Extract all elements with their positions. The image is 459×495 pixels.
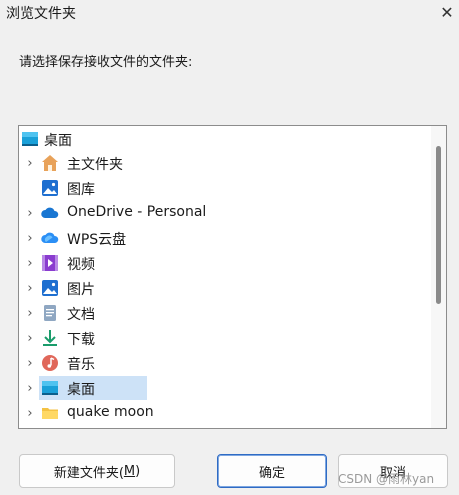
new-folder-button[interactable]: 新建文件夹(M) [19, 454, 175, 488]
gallery-icon [42, 180, 58, 196]
tree-item-label: 下载 [67, 332, 95, 348]
new-folder-access-key: M [123, 463, 136, 479]
desktop-icon [42, 381, 58, 395]
home-icon [42, 155, 58, 171]
tree-item-quake-moon[interactable]: › quake moon [19, 401, 429, 425]
tree-item-label: 图片 [67, 282, 95, 298]
download-icon [43, 330, 57, 346]
cloud-icon [41, 207, 59, 218]
tree-item-onedrive[interactable]: › OneDrive - Personal [19, 201, 429, 225]
tree-root-desktop[interactable]: 桌面 [19, 127, 429, 151]
tree-item-label: 主文件夹 [67, 157, 123, 173]
chevron-right-icon[interactable]: › [24, 381, 36, 396]
folder-tree[interactable]: 桌面 › 主文件夹 图库 › OneDrive - Personal › WPS… [18, 125, 447, 429]
tree-item-pictures[interactable]: › 图片 [19, 276, 429, 300]
title-bar: 浏览文件夹 ✕ [0, 0, 459, 24]
chevron-right-icon[interactable]: › [24, 306, 36, 321]
tree-item-label: WPS云盘 [67, 232, 127, 248]
tree-item-gallery[interactable]: 图库 [19, 176, 429, 200]
tree-item-wps-cloud[interactable]: › WPS云盘 [19, 226, 429, 250]
watermark: CSDN @雨林yan [338, 472, 435, 486]
tree-item-label: 桌面 [67, 382, 95, 398]
tree-item-downloads[interactable]: › 下载 [19, 326, 429, 350]
music-icon [42, 355, 58, 371]
wps-cloud-icon [41, 232, 59, 243]
tree-item-videos[interactable]: › 视频 [19, 251, 429, 275]
window-title: 浏览文件夹 [6, 6, 76, 22]
chevron-right-icon[interactable]: › [24, 256, 36, 271]
chevron-right-icon[interactable]: › [24, 206, 36, 221]
tree-item-label: 音乐 [67, 357, 95, 373]
chevron-right-icon[interactable]: › [24, 281, 36, 296]
chevron-right-icon[interactable]: › [24, 156, 36, 171]
video-icon [42, 255, 58, 271]
tree-item-documents[interactable]: › 文档 [19, 301, 429, 325]
chevron-right-icon[interactable]: › [24, 406, 36, 421]
scrollbar-thumb[interactable] [436, 146, 441, 304]
chevron-right-icon[interactable]: › [24, 331, 36, 346]
chevron-right-icon[interactable]: › [24, 231, 36, 246]
tree-item-desktop[interactable]: › 桌面 [19, 376, 429, 400]
prompt-text: 请选择保存接收文件的文件夹: [19, 55, 193, 70]
tree-item-label: quake moon [67, 404, 154, 420]
ok-label: 确定 [258, 465, 285, 481]
new-folder-label-suffix: ) [135, 463, 141, 479]
document-icon [44, 305, 56, 321]
tree-item-label: 视频 [67, 257, 95, 273]
new-folder-label-prefix: 新建文件夹( [53, 465, 124, 481]
folder-icon [42, 408, 58, 419]
tree-item-label: 文档 [67, 307, 95, 323]
chevron-right-icon[interactable]: › [24, 356, 36, 371]
ok-button[interactable]: 确定 [217, 454, 327, 488]
tree-item-label: OneDrive - Personal [67, 204, 207, 220]
pictures-icon [42, 280, 58, 296]
close-icon[interactable]: ✕ [436, 1, 458, 23]
tree-item-home[interactable]: › 主文件夹 [19, 151, 429, 175]
tree-item-label: 图库 [67, 182, 95, 198]
tree-item-label: 桌面 [44, 133, 72, 149]
desktop-icon [22, 132, 38, 146]
vertical-scrollbar[interactable] [431, 126, 446, 428]
tree-item-music[interactable]: › 音乐 [19, 351, 429, 375]
